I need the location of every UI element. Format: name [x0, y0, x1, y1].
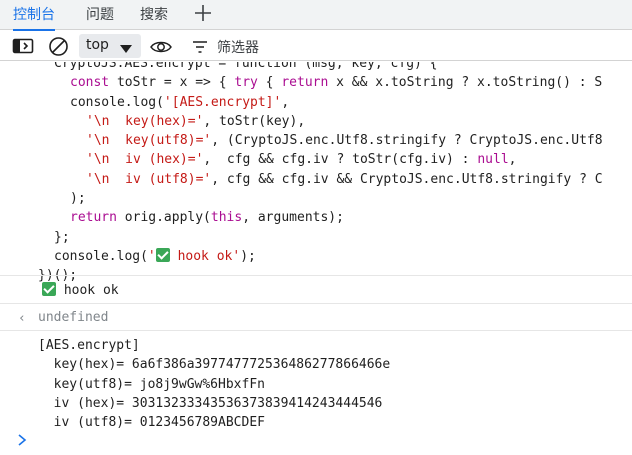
- chevron-down-icon: [119, 40, 133, 59]
- console-prompt-icon[interactable]: [16, 432, 28, 451]
- filter-input[interactable]: 筛选器: [217, 37, 259, 57]
- code-line: '\n key(utf8)=', (CryptoJS.enc.Utf8.stri…: [86, 133, 603, 149]
- filter-icon: [192, 39, 208, 58]
- divider: [0, 303, 632, 304]
- tab-issues[interactable]: 问题: [86, 0, 114, 30]
- input-code: CryptoJS.AES.encrypt = function (msg, ke…: [38, 62, 603, 286]
- clear-console-icon[interactable]: [48, 36, 69, 61]
- code-line: console.log(' hook ok');: [54, 247, 256, 264]
- code-line: '\n iv (utf8)=', cfg && cfg.iv && Crypto…: [86, 171, 603, 187]
- result-value: undefined: [38, 310, 109, 325]
- check-icon: [155, 247, 170, 262]
- log-message-hook: hook ok: [42, 282, 119, 298]
- tab-console[interactable]: 控制台: [13, 0, 55, 31]
- code-line: '\n iv (hex)=', cfg && cfg.iv ? toStr(cf…: [86, 152, 517, 168]
- console-output: CryptoJS.AES.encrypt = function (msg, ke…: [0, 62, 632, 455]
- eye-icon[interactable]: [150, 39, 172, 58]
- code-line: const toStr = x => { try { return x && x…: [70, 75, 603, 91]
- result-arrow-icon: ‹: [18, 311, 26, 326]
- log-message-aes: [AES.encrypt] key(hex)= 6a6f386a39774777…: [38, 338, 391, 431]
- check-icon: [42, 282, 56, 296]
- code-line: console.log('[AES.encrypt]',: [70, 94, 290, 110]
- code-line: };: [54, 229, 70, 245]
- tab-search[interactable]: 搜索: [140, 0, 168, 30]
- code-line: '\n key(hex)=', toStr(key),: [86, 113, 306, 129]
- code-line: CryptoJS.AES.encrypt = function (msg, ke…: [54, 62, 438, 71]
- divider: [0, 275, 632, 276]
- divider: [0, 330, 632, 331]
- code-line: );: [70, 191, 86, 207]
- sidebar-toggle-icon[interactable]: [12, 36, 34, 60]
- add-tab-icon[interactable]: [192, 2, 214, 24]
- console-toolbar: top 筛选器: [0, 31, 632, 61]
- context-selector[interactable]: top: [79, 34, 141, 58]
- code-line: return orig.apply(this, arguments);: [70, 210, 344, 226]
- context-selector-label: top: [86, 37, 109, 53]
- devtools-tab-strip: 控制台 问题 搜索: [0, 0, 632, 31]
